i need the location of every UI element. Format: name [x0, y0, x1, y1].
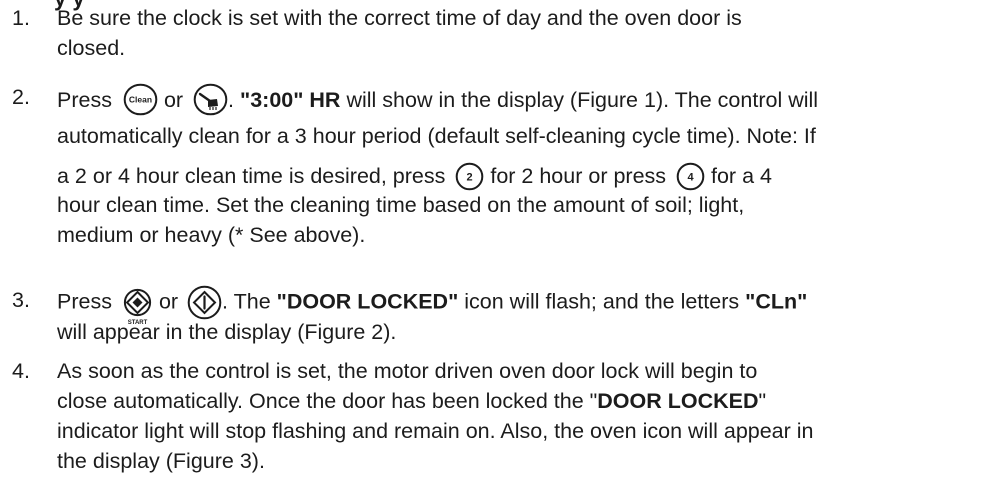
step-1-line-1: Be sure the clock is set with the correc… [57, 6, 742, 30]
text: or [163, 88, 184, 113]
step-2-line-5: medium or heavy (* See above). [57, 223, 366, 247]
step-4-line-4: the display (Figure 3). [57, 449, 265, 473]
step-3-line-2: will appear in the display (Figure 2). [57, 320, 397, 344]
text: . The [222, 289, 271, 314]
step-4-line-2: close automatically. Once the door has b… [57, 389, 766, 414]
text: close automatically. Once the door has b… [57, 389, 598, 413]
step-3-line-1: Press START or . The "DOOR LOCKED" icon … [57, 284, 808, 326]
text: will show in the display (Figure 1). The… [346, 88, 819, 113]
two-label: 2 [467, 172, 473, 184]
bold-text: "3:00" HR [240, 88, 341, 113]
step-number: 2. [12, 85, 30, 109]
four-button-icon: 4 [676, 162, 705, 191]
two-button-icon: 2 [455, 162, 484, 191]
step-number: 4. [12, 359, 30, 383]
clean-button-icon: Clean [123, 83, 158, 116]
text: Press [57, 88, 112, 113]
text: or [158, 289, 179, 314]
clean-label: Clean [129, 95, 152, 105]
text: . [228, 88, 235, 113]
step-number: 3. [12, 288, 30, 312]
text: Press [57, 289, 112, 314]
text: for 2 hour or press [490, 164, 667, 189]
step-4-line-1: As soon as the control is set, the motor… [57, 359, 758, 383]
brush-button-icon [193, 83, 228, 116]
text: for a 4 [711, 164, 772, 189]
step-2-line-1: Press Clean or . "3:00" HR will show in … [57, 83, 819, 118]
text: a 2 or 4 hour clean time is desired, pre… [57, 164, 446, 189]
start-outline-button-icon [187, 285, 222, 320]
step-2-line-3: a 2 or 4 hour clean time is desired, pre… [57, 162, 772, 192]
bold-text: "DOOR LOCKED" [276, 289, 459, 314]
step-number: 1. [12, 6, 30, 30]
step-2-line-2: automatically clean for a 3 hour period … [57, 124, 816, 148]
text: " [758, 389, 767, 413]
step-1-line-2: closed. [57, 36, 126, 60]
step-4-line-3: indicator light will stop flashing and r… [57, 419, 814, 443]
step-2-line-4: hour clean time. Set the cleaning time b… [57, 193, 745, 217]
text: icon will flash; and the letters [464, 289, 740, 314]
bold-text: DOOR LOCKED [597, 389, 759, 413]
four-label: 4 [687, 172, 694, 184]
bold-text: "CLn" [745, 289, 808, 314]
